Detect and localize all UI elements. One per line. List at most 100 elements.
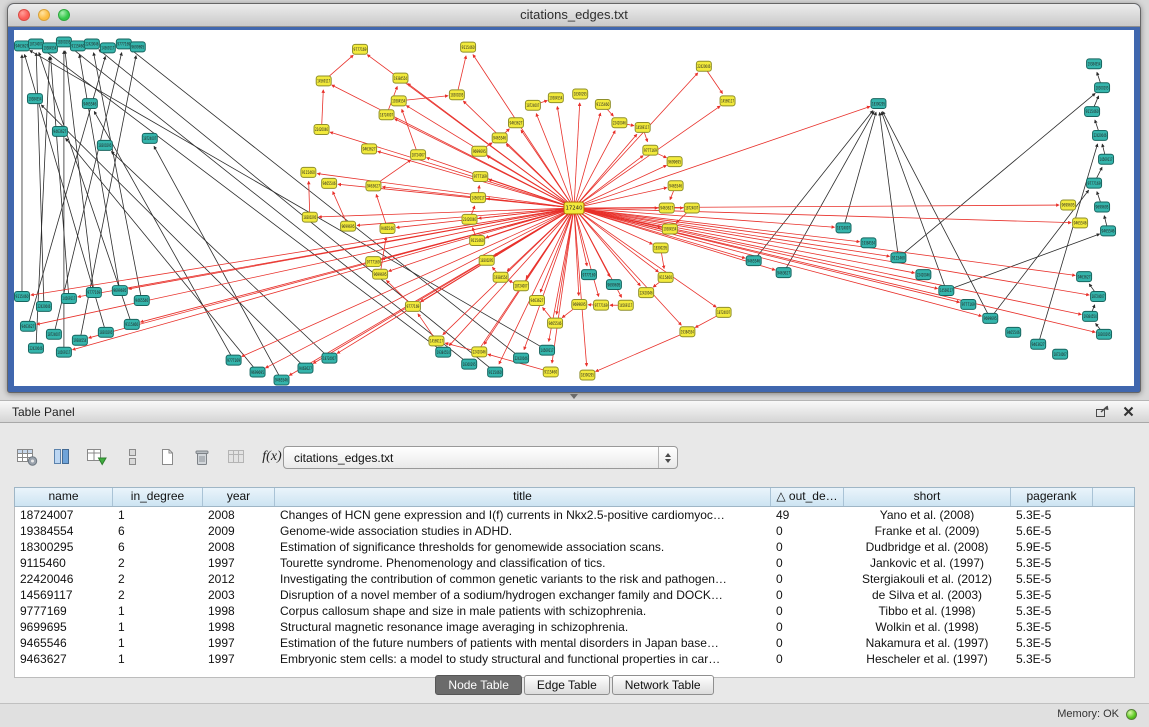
graph-node[interactable]: 9699695 — [606, 280, 621, 290]
graph-node[interactable]: 17240 — [564, 202, 584, 214]
graph-node[interactable]: 9465546 — [1101, 226, 1116, 236]
graph-node[interactable]: 22420046 — [462, 214, 477, 224]
graph-node[interactable]: 9115460 — [658, 272, 673, 282]
graph-node[interactable]: 19384554 — [1087, 59, 1102, 69]
graph-node[interactable]: 9465546 — [746, 256, 761, 266]
graph-node[interactable]: 9699695 — [1095, 202, 1110, 212]
graph-node[interactable]: 14569117 — [540, 345, 555, 355]
graph-node[interactable]: 9699695 — [572, 299, 587, 309]
graph-node[interactable]: 18300295 — [56, 37, 71, 47]
table-row[interactable]: 946362711997Embryonic stem cells: a mode… — [15, 651, 1134, 667]
graph-node[interactable]: 22420046 — [916, 270, 931, 280]
graph-node[interactable]: 9115460 — [461, 42, 476, 52]
graph-node[interactable]: 19384554 — [393, 73, 408, 83]
graph-node[interactable]: 9699695 — [1061, 200, 1076, 210]
column-header-pagerank[interactable]: pagerank — [1011, 488, 1093, 506]
close-panel-icon[interactable] — [1119, 404, 1137, 420]
network-canvas[interactable]: 1872400719384554183002959115460224200461… — [14, 30, 1134, 386]
graph-node[interactable]: 9115460 — [301, 167, 316, 177]
graph-node[interactable]: 9115460 — [891, 253, 906, 263]
graph-node[interactable]: 9465546 — [134, 296, 149, 306]
tab-network-table[interactable]: Network Table — [612, 675, 714, 695]
graph-node[interactable]: 9463627 — [52, 126, 67, 136]
graph-node[interactable]: 18724007 — [28, 39, 43, 49]
graph-node[interactable]: 18724007 — [836, 223, 851, 233]
graph-node[interactable]: 9699695 — [667, 157, 682, 167]
graph-node[interactable]: 9777169 — [581, 270, 596, 280]
graph-node[interactable]: 14569117 — [470, 193, 485, 203]
graph-node[interactable]: 9115460 — [70, 41, 85, 51]
table-row[interactable]: 911546021997Tourette syndrome. Phenomeno… — [15, 555, 1134, 571]
graph-node[interactable]: 9465546 — [1006, 327, 1021, 337]
graph-node[interactable]: 9115460 — [470, 236, 485, 246]
graph-node[interactable]: 9463627 — [366, 181, 381, 191]
graph-node[interactable]: 9463627 — [20, 321, 35, 331]
table-row[interactable]: 2242004622012Investigating the contribut… — [15, 571, 1134, 587]
graph-node[interactable]: 18300295 — [1097, 329, 1112, 339]
graph-node[interactable]: 19384554 — [548, 93, 563, 103]
graph-node[interactable]: 18724007 — [322, 353, 337, 363]
create-column-icon[interactable] — [84, 445, 110, 469]
graph-node[interactable]: 18724007 — [411, 150, 426, 160]
new-table-icon[interactable] — [154, 445, 180, 469]
graph-node[interactable]: 9465546 — [380, 224, 395, 234]
memory-indicator[interactable] — [1126, 709, 1137, 720]
network-select-dropdown[interactable]: citations_edges.txt — [283, 446, 678, 469]
show-columns-icon[interactable] — [49, 445, 75, 469]
graph-node[interactable]: 9699695 — [341, 221, 356, 231]
graph-node[interactable]: 9115460 — [124, 319, 139, 329]
graph-node[interactable]: 22420046 — [84, 39, 99, 49]
graph-node[interactable]: 18300295 — [98, 327, 113, 337]
graph-node[interactable]: 14569117 — [316, 76, 331, 86]
column-header-year[interactable]: year — [203, 488, 275, 506]
graph-node[interactable]: 9115460 — [1085, 107, 1100, 117]
graph-node[interactable]: 22420046 — [639, 288, 654, 298]
graph-node[interactable]: 18300295 — [580, 370, 595, 380]
graph-node[interactable]: 18300295 — [653, 243, 668, 253]
column-header-name[interactable]: name — [15, 488, 113, 506]
graph-node[interactable]: 19384554 — [861, 238, 876, 248]
graph-node[interactable]: 18724007 — [142, 133, 157, 143]
tab-node-table[interactable]: Node Table — [435, 675, 522, 695]
graph-node[interactable]: 9777169 — [594, 300, 609, 310]
graph-node[interactable]: 18300295 — [573, 89, 588, 99]
graph-node[interactable]: 9463627 — [1031, 339, 1046, 349]
column-header-short[interactable]: short — [844, 488, 1011, 506]
graph-node[interactable]: 18724007 — [684, 203, 699, 213]
network-window-titlebar[interactable]: citations_edges.txt — [8, 4, 1140, 27]
table-row[interactable]: 946554611997Estimation of the future num… — [15, 635, 1134, 651]
graph-node[interactable]: 14569117 — [720, 96, 735, 106]
graph-node[interactable]: 9463627 — [14, 41, 29, 51]
graph-node[interactable]: 9465546 — [274, 375, 289, 385]
graph-node[interactable]: 22420046 — [472, 347, 487, 357]
graph-node[interactable]: 14569117 — [939, 286, 954, 296]
table-row[interactable]: 969969511998Structural magnetic resonanc… — [15, 619, 1134, 635]
column-header-out-de[interactable]: △ out_de… — [771, 488, 844, 506]
row-height-icon[interactable] — [119, 445, 145, 469]
function-builder-icon[interactable]: f(x) — [259, 445, 285, 469]
graph-node[interactable]: 9699695 — [472, 146, 487, 156]
graph-node[interactable]: 14569117 — [618, 300, 633, 310]
graph-node[interactable]: 9463627 — [530, 296, 545, 306]
graph-node[interactable]: 9777169 — [1087, 178, 1102, 188]
graph-node[interactable]: 22420046 — [696, 61, 711, 71]
graph-node[interactable]: 9463627 — [298, 363, 313, 373]
graph-node[interactable]: 22420046 — [612, 118, 627, 128]
graph-node[interactable]: 19384554 — [680, 327, 695, 337]
graph-node[interactable]: 18300295 — [871, 99, 886, 109]
graph-node[interactable]: 9463627 — [362, 144, 377, 154]
graph-node[interactable]: 9465546 — [548, 318, 563, 328]
graph-node[interactable]: 14569117 — [1099, 154, 1114, 164]
graph-node[interactable]: 9699695 — [130, 42, 145, 52]
graph-node[interactable]: 9465546 — [492, 133, 507, 143]
graph-node[interactable]: 9463627 — [508, 118, 523, 128]
graph-node[interactable]: 9115460 — [14, 292, 29, 302]
import-table-icon[interactable] — [224, 445, 250, 469]
graph-node[interactable]: 18300295 — [462, 359, 477, 369]
graph-node[interactable]: 19384554 — [493, 272, 508, 282]
graph-node[interactable]: 19384554 — [27, 94, 42, 104]
graph-node[interactable]: 9465546 — [1073, 218, 1088, 228]
graph-node[interactable]: 9463627 — [659, 203, 674, 213]
graph-node[interactable]: 9115460 — [488, 367, 503, 377]
graph-node[interactable]: 9465546 — [82, 99, 97, 109]
